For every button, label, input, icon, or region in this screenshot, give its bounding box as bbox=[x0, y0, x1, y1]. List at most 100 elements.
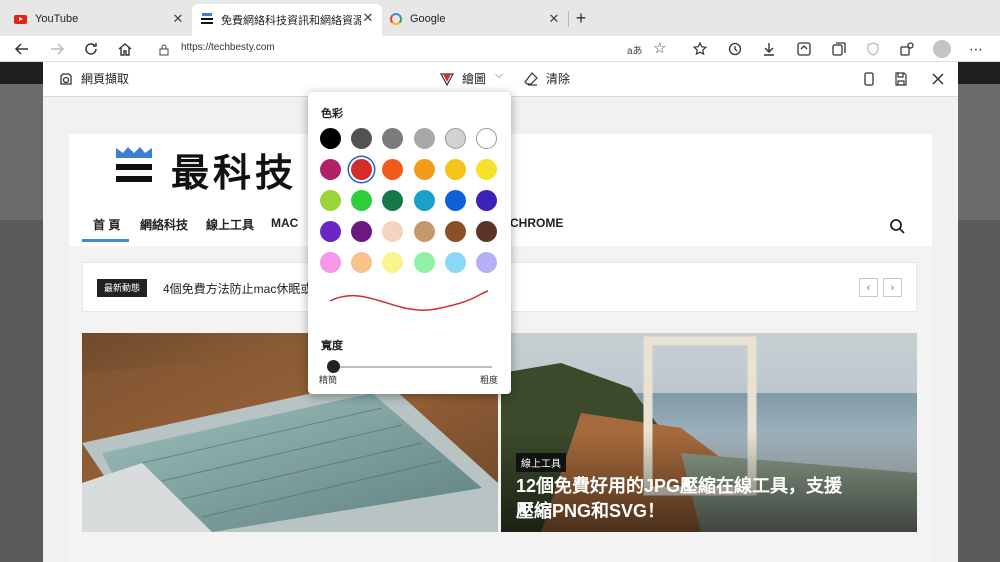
close-tab-icon[interactable]: ✕ bbox=[170, 11, 186, 27]
color-swatch[interactable] bbox=[320, 128, 341, 149]
read-aloud-icon[interactable]: aあ bbox=[627, 42, 643, 57]
browser-essentials-button[interactable] bbox=[863, 39, 883, 59]
back-button[interactable] bbox=[12, 39, 32, 59]
forward-arrow-icon bbox=[51, 43, 65, 55]
width-heading: 寬度 bbox=[321, 340, 343, 352]
copy-icon[interactable] bbox=[861, 71, 877, 87]
draw-options-popover: 色彩 寬度 精簡 粗度 bbox=[308, 92, 511, 394]
nav-item-tools[interactable]: 線上工具 bbox=[206, 216, 254, 233]
avatar bbox=[933, 40, 951, 58]
width-max-label: 粗度 bbox=[480, 375, 499, 385]
capture-title: 網頁擷取 bbox=[58, 70, 129, 87]
color-swatch[interactable] bbox=[476, 190, 497, 211]
tab-strip: YouTube ✕ 免費網絡科技資訊和網絡資源教學 ✕ Google ✕ + bbox=[0, 0, 1000, 36]
tab-techbesty[interactable]: 免費網絡科技資訊和網絡資源教學 ✕ bbox=[192, 4, 382, 36]
favorites-button[interactable] bbox=[690, 39, 710, 59]
eraser-icon bbox=[524, 71, 538, 86]
color-swatch[interactable] bbox=[320, 190, 341, 211]
color-swatch[interactable] bbox=[351, 252, 373, 273]
color-swatch[interactable] bbox=[320, 221, 341, 242]
forward-button[interactable] bbox=[47, 39, 67, 59]
download-icon bbox=[764, 43, 774, 56]
favorites-icon bbox=[692, 41, 708, 56]
color-swatch[interactable] bbox=[413, 190, 435, 211]
color-swatch[interactable] bbox=[351, 159, 373, 180]
color-swatch[interactable] bbox=[444, 159, 466, 180]
youtube-icon bbox=[14, 14, 27, 24]
tab-youtube[interactable]: YouTube ✕ bbox=[6, 5, 192, 33]
close-tab-icon[interactable]: ✕ bbox=[546, 11, 562, 27]
web-capture-icon bbox=[797, 42, 811, 56]
erase-button[interactable]: 清除 bbox=[523, 70, 570, 87]
draw-label: 繪圖 bbox=[462, 72, 487, 86]
color-swatch[interactable] bbox=[351, 128, 373, 149]
home-button[interactable] bbox=[115, 39, 135, 59]
color-swatch[interactable] bbox=[320, 252, 341, 273]
color-swatch[interactable] bbox=[382, 221, 404, 242]
url-text[interactable]: https://techbesty.com bbox=[181, 42, 275, 53]
nav-item-home[interactable]: 首 頁 bbox=[93, 216, 120, 233]
stroke-preview bbox=[329, 290, 489, 311]
color-swatch[interactable] bbox=[413, 221, 435, 242]
chevron-right-icon: › bbox=[890, 281, 895, 294]
color-swatch[interactable] bbox=[476, 252, 497, 273]
color-swatch[interactable] bbox=[444, 190, 466, 211]
new-tab-button[interactable]: + bbox=[570, 8, 592, 28]
nav-active-indicator bbox=[82, 239, 129, 242]
color-swatch[interactable] bbox=[413, 159, 435, 180]
color-swatch[interactable] bbox=[382, 159, 404, 180]
article-title[interactable]: 12個免費好用的JPG壓縮在線工具，支援壓縮PNG和SVG！ bbox=[516, 474, 856, 524]
draw-options-toggle[interactable]: ⌵ bbox=[495, 69, 503, 82]
extensions-button[interactable] bbox=[897, 39, 917, 59]
close-tab-icon[interactable]: ✕ bbox=[360, 10, 376, 26]
collections-icon bbox=[832, 42, 846, 56]
ticker-prev-button[interactable]: ‹ bbox=[859, 278, 878, 297]
collections-button[interactable] bbox=[829, 39, 849, 59]
color-swatch[interactable] bbox=[444, 221, 466, 242]
nav-item-tech[interactable]: 網絡科技 bbox=[140, 216, 188, 233]
width-slider-track[interactable] bbox=[330, 366, 492, 368]
more-menu-button[interactable]: ⋯ bbox=[966, 39, 986, 59]
dimmed-page-left bbox=[0, 84, 43, 562]
tab-google[interactable]: Google ✕ bbox=[382, 5, 568, 33]
color-swatch[interactable] bbox=[413, 128, 435, 149]
color-swatch[interactable] bbox=[351, 190, 373, 211]
address-toolbar: https://techbesty.com aあ ☆ ⋯ bbox=[0, 36, 1000, 62]
back-arrow-icon bbox=[14, 43, 28, 55]
tab-title: 免費網絡科技資訊和網絡資源教學 bbox=[221, 15, 361, 27]
color-swatch[interactable] bbox=[476, 159, 497, 180]
refresh-button[interactable] bbox=[81, 39, 101, 59]
nav-item-chrome[interactable]: CHROME bbox=[510, 216, 563, 230]
favorite-star-icon[interactable]: ☆ bbox=[653, 39, 666, 57]
color-swatch[interactable] bbox=[444, 252, 466, 273]
color-swatch[interactable] bbox=[382, 252, 404, 273]
width-slider-thumb[interactable] bbox=[327, 360, 341, 373]
color-swatch[interactable] bbox=[382, 190, 404, 211]
color-swatch[interactable] bbox=[476, 221, 497, 242]
search-icon[interactable] bbox=[889, 218, 905, 234]
color-swatch[interactable] bbox=[382, 128, 404, 149]
color-swatch[interactable] bbox=[476, 128, 497, 149]
color-swatch[interactable] bbox=[351, 221, 373, 242]
lock-icon[interactable] bbox=[158, 43, 170, 61]
address-bar[interactable]: https://techbesty.com aあ ☆ bbox=[148, 38, 678, 60]
color-swatch[interactable] bbox=[320, 159, 341, 180]
site-logo-icon bbox=[116, 147, 152, 182]
ticker-next-button[interactable]: › bbox=[883, 278, 902, 297]
web-capture-button[interactable] bbox=[794, 39, 814, 59]
featured-article-card[interactable]: 線上工具 12個免費好用的JPG壓縮在線工具，支援壓縮PNG和SVG！ bbox=[501, 333, 917, 532]
history-button[interactable] bbox=[725, 39, 745, 59]
google-icon bbox=[390, 13, 402, 25]
save-icon[interactable] bbox=[893, 71, 909, 87]
profile-button[interactable] bbox=[932, 39, 952, 59]
nav-item-mac[interactable]: MAC bbox=[271, 216, 298, 230]
downloads-button[interactable] bbox=[759, 39, 779, 59]
site-logo-text[interactable]: 最科技 bbox=[171, 142, 297, 197]
extensions-icon bbox=[900, 42, 914, 56]
article-category-badge[interactable]: 線上工具 bbox=[516, 453, 566, 472]
color-swatch[interactable] bbox=[413, 252, 435, 273]
color-swatch[interactable] bbox=[444, 128, 466, 149]
close-icon[interactable] bbox=[930, 71, 946, 87]
ticker-headline[interactable]: 4個免費方法防止mac休眠或 bbox=[163, 280, 312, 297]
draw-button[interactable]: 繪圖 bbox=[439, 70, 486, 87]
